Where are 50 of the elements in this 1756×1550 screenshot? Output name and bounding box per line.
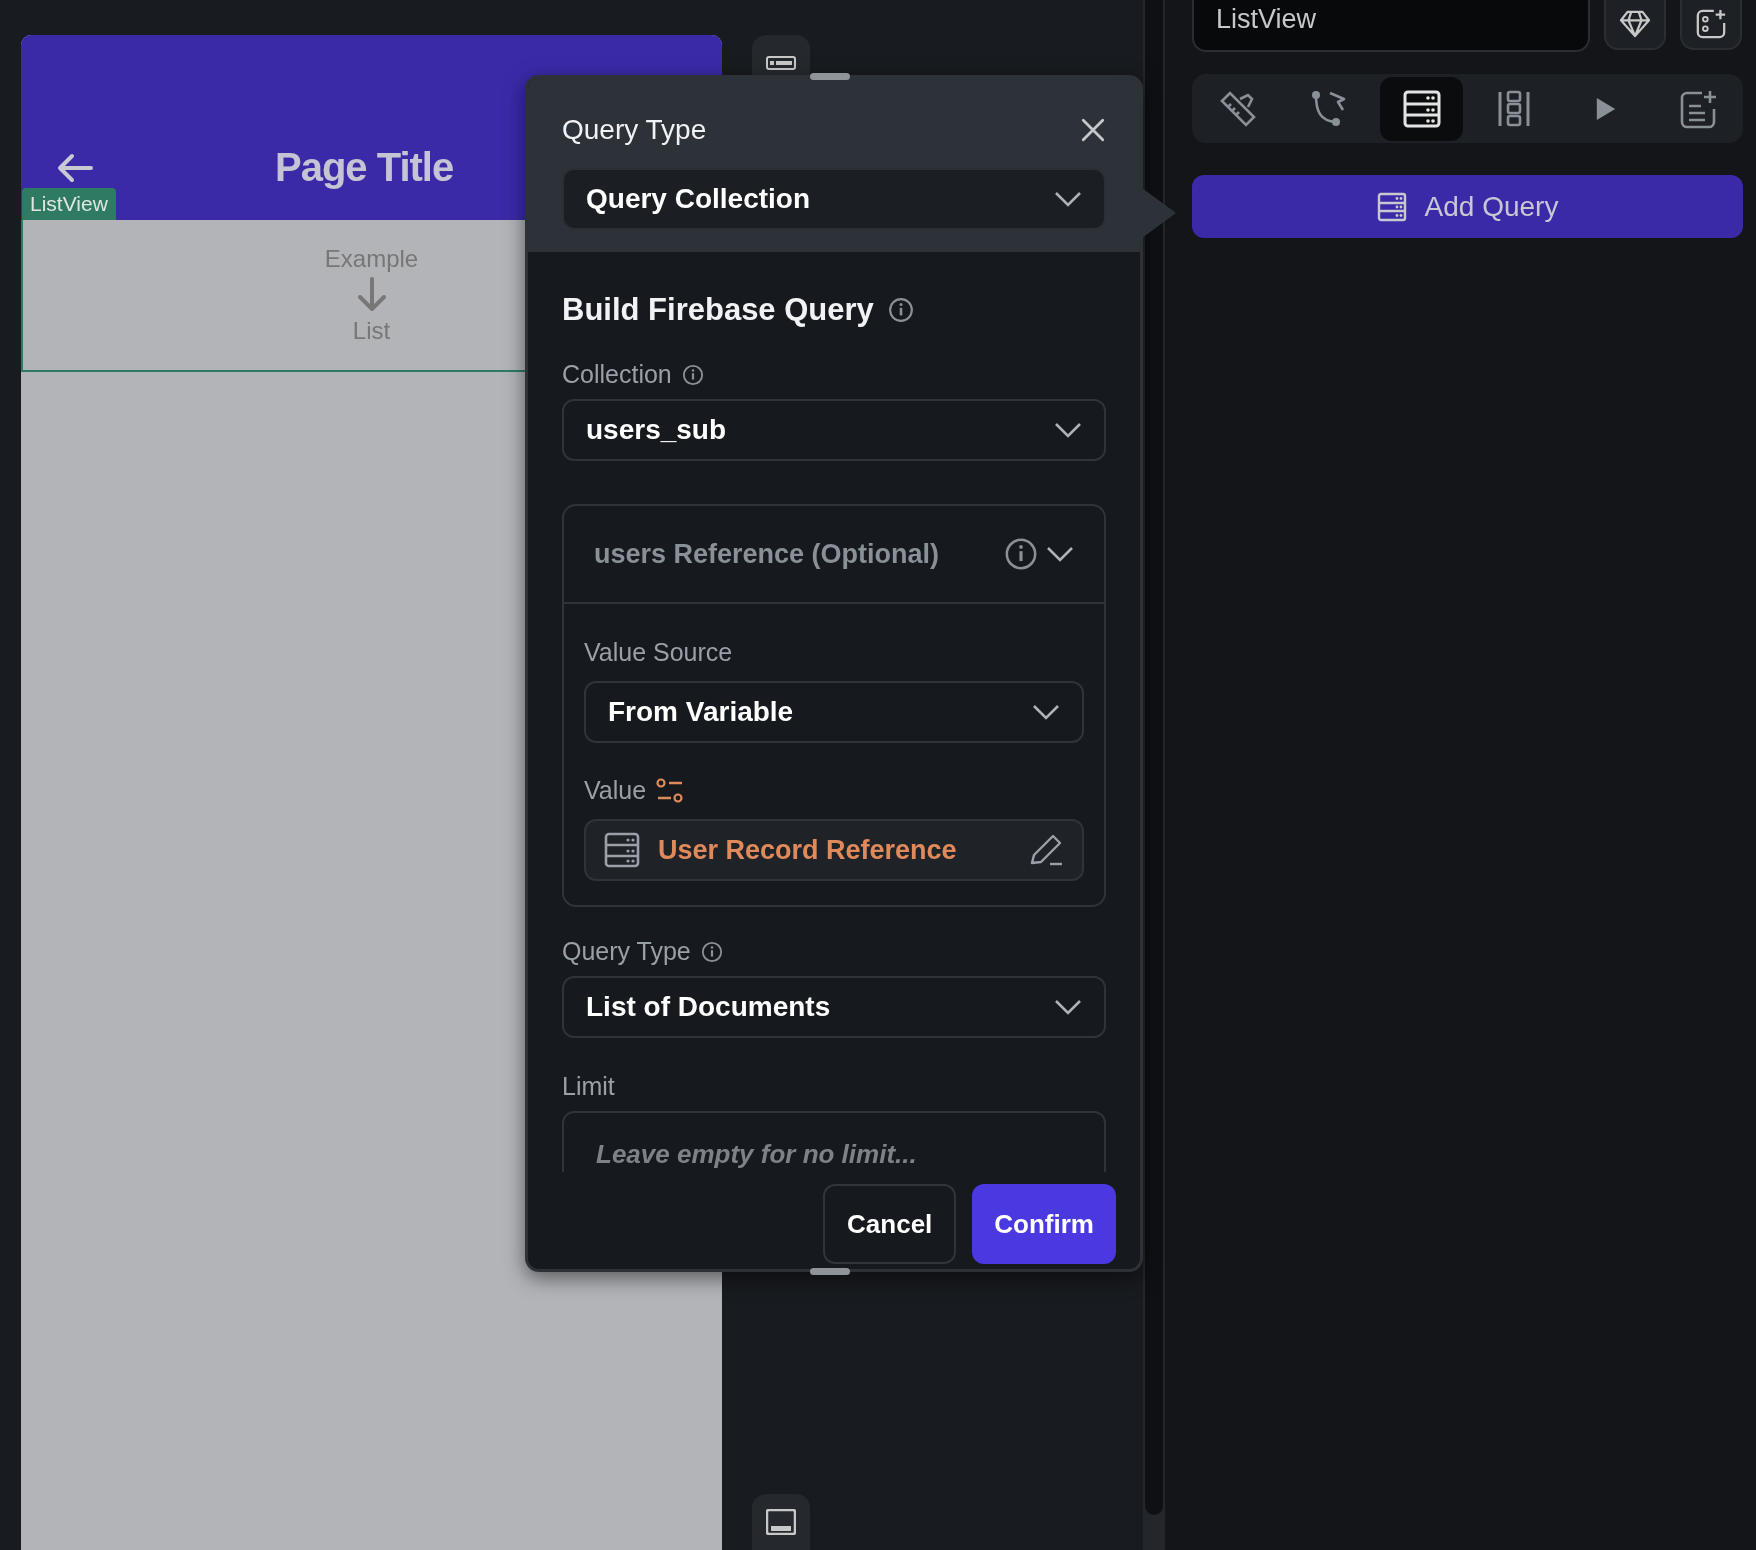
value-field[interactable]: User Record Reference [584,819,1084,881]
database-icon [1376,191,1407,222]
close-icon[interactable] [1080,117,1106,143]
database-icon [604,832,640,868]
reference-title: users Reference (Optional) [594,538,941,570]
panel-icon [766,1509,796,1535]
query-type-label: Query Type [562,937,691,966]
db-tab[interactable] [1380,76,1463,141]
value-source-label: Value Source [584,638,734,667]
chevron-down-icon[interactable] [1046,546,1074,562]
cancel-button[interactable]: Cancel [823,1184,957,1264]
info-icon[interactable] [1004,537,1038,571]
scrollbar[interactable] [1145,0,1163,1515]
pencil-icon[interactable] [1028,833,1064,867]
page-title: Page Title [275,145,454,190]
dialog-title: Query Type [562,114,707,146]
info-icon[interactable] [887,297,914,323]
list-label: List [352,317,391,345]
chevron-down-icon [1054,191,1082,207]
confirm-button[interactable]: Confirm [972,1184,1116,1264]
database-icon [1401,88,1442,129]
diamond-button[interactable] [1604,0,1666,50]
drag-handle[interactable] [810,1268,850,1275]
play-icon [1594,95,1617,122]
value-source-dropdown[interactable]: From Variable [584,681,1084,743]
info-icon[interactable] [700,940,723,963]
chevron-down-icon [1054,999,1082,1015]
bottom-panel-button[interactable] [752,1494,810,1550]
info-icon[interactable] [681,363,704,386]
collection-label: Collection [562,360,672,389]
back-arrow-icon[interactable] [55,152,95,184]
limit-field[interactable]: Leave empty for no limit... [562,1111,1106,1172]
collection-dropdown[interactable]: users_sub [562,399,1106,461]
widget-tag: ListView [22,188,116,220]
diamond-icon [1619,10,1651,38]
value-label: Value [584,776,647,805]
add-widget-button[interactable] [1680,0,1742,50]
chevron-down-icon [1032,704,1060,720]
add-widget-icon [1695,8,1727,40]
add-query-button[interactable]: Add Query [1192,175,1743,238]
result-type-dropdown[interactable]: List of Documents [562,976,1106,1038]
widget-name-field[interactable]: ListView [1192,0,1590,52]
panel-icon [766,56,796,70]
limit-label: Limit [562,1072,616,1101]
drag-handle[interactable] [810,73,850,80]
example-label: Example [324,245,419,273]
section-title: Build Firebase Query [562,292,874,328]
chevron-down-icon [1054,422,1082,438]
variable-icon[interactable] [656,777,685,804]
query-type-dropdown[interactable]: Query Collection [562,168,1106,230]
